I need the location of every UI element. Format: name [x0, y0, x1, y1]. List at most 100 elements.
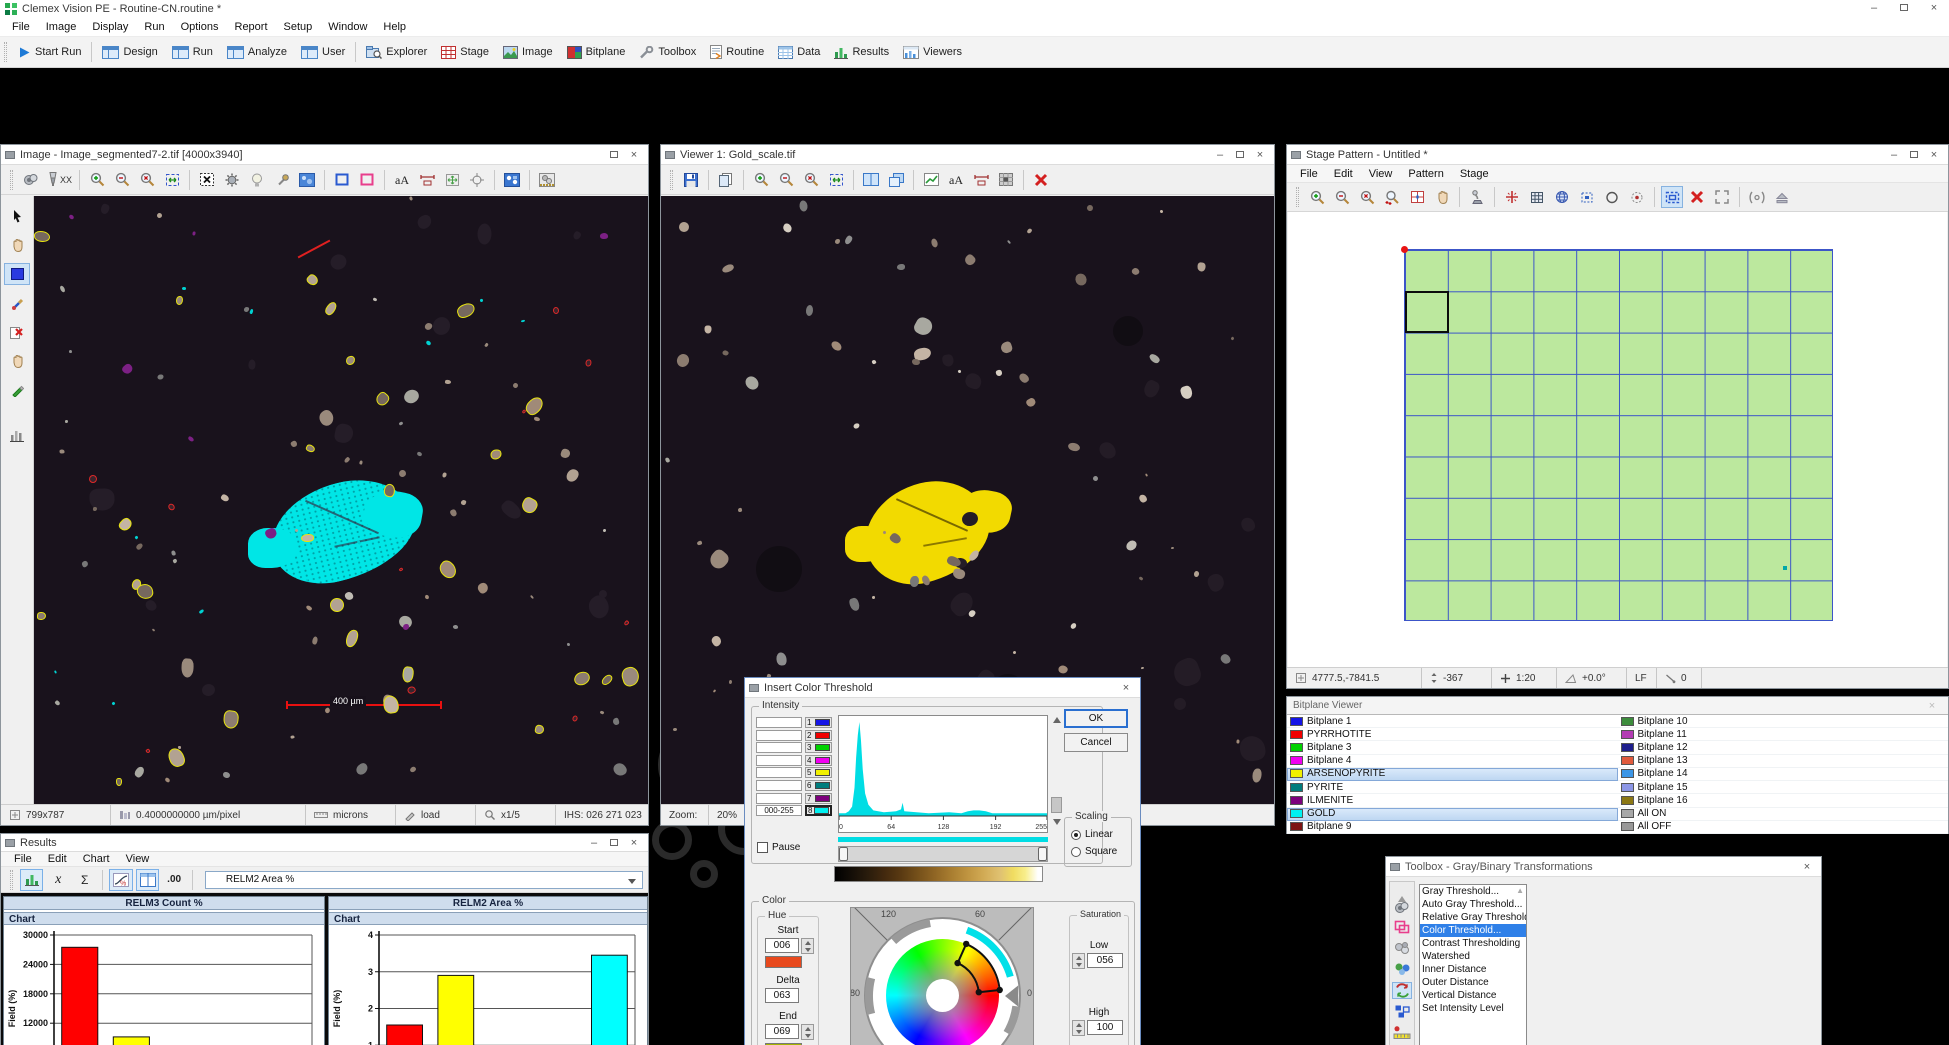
- hue-delta-input[interactable]: 063: [765, 988, 799, 1003]
- saturation-high-input[interactable]: 100: [1087, 1020, 1123, 1035]
- spheres-category-icon[interactable]: [1392, 940, 1412, 957]
- slider-handle-low[interactable]: [839, 847, 848, 861]
- chart-view-button[interactable]: [20, 869, 43, 891]
- saturation-high-spinner[interactable]: [1072, 1020, 1085, 1036]
- chartico-icon[interactable]: [920, 169, 942, 191]
- minimize-icon[interactable]: –: [584, 834, 604, 852]
- balls-category-icon[interactable]: [1392, 961, 1412, 978]
- magx-icon[interactable]: [136, 169, 158, 191]
- minimize-icon[interactable]: –: [1884, 146, 1904, 164]
- toolbox-item-relative-gray-threshold-[interactable]: Relative Gray Threshold.: [1420, 911, 1526, 924]
- selsq-icon[interactable]: [1661, 186, 1683, 208]
- image-window-titlebar[interactable]: Image - Image_segmented7-2.tif [4000x394…: [1, 145, 648, 165]
- table-columns-button[interactable]: [136, 869, 159, 891]
- bitplane-slot-6[interactable]: 6: [805, 780, 832, 791]
- hand-icon[interactable]: [1431, 186, 1453, 208]
- gridico-icon[interactable]: [995, 169, 1017, 191]
- joystick-icon[interactable]: [1466, 186, 1488, 208]
- menu-item-file[interactable]: File: [1292, 168, 1326, 180]
- intensity-range-box[interactable]: [756, 755, 802, 766]
- floppy-icon[interactable]: [680, 169, 702, 191]
- magx-icon[interactable]: [1356, 186, 1378, 208]
- eject-icon[interactable]: [1771, 186, 1793, 208]
- gridsmall-icon[interactable]: [1526, 186, 1548, 208]
- decimals-button[interactable]: .00: [162, 869, 185, 891]
- magplus-icon[interactable]: [750, 169, 772, 191]
- menu-item-view[interactable]: View: [1361, 168, 1401, 180]
- bitplane-item-bitplane-16[interactable]: Bitplane 16: [1618, 794, 1949, 807]
- cam-icon[interactable]: [20, 169, 42, 191]
- bluesq-tool-icon[interactable]: [5, 264, 29, 284]
- menu-item-edit[interactable]: Edit: [40, 853, 75, 865]
- toolbar-button-toolbox[interactable]: Toolbox: [632, 39, 703, 65]
- maximize-icon[interactable]: [1889, 0, 1919, 18]
- bitplane-item-bitplane-12[interactable]: Bitplane 12: [1618, 741, 1949, 754]
- menu-item-window[interactable]: Window: [320, 21, 375, 33]
- magminus-icon[interactable]: [1331, 186, 1353, 208]
- menu-item-pattern[interactable]: Pattern: [1400, 168, 1451, 180]
- paren-icon[interactable]: [1746, 186, 1768, 208]
- redcross-icon[interactable]: [1501, 186, 1523, 208]
- magpp-icon[interactable]: [1381, 186, 1403, 208]
- segmented-image-canvas[interactable]: 400 µm: [34, 196, 648, 804]
- toolbox-item-color-threshold-[interactable]: Color Threshold...: [1420, 924, 1526, 937]
- cancel-button[interactable]: Cancel: [1064, 733, 1128, 752]
- maximize-icon[interactable]: [604, 146, 624, 164]
- menu-item-setup[interactable]: Setup: [276, 21, 321, 33]
- redx-icon[interactable]: [1030, 169, 1052, 191]
- slider-handle-high[interactable]: [1038, 847, 1047, 861]
- objectiveXX-icon[interactable]: XX: [45, 169, 73, 191]
- intensity-range-box[interactable]: [756, 717, 802, 728]
- x-values-button[interactable]: x: [46, 869, 69, 891]
- cam-category-icon[interactable]: [1392, 900, 1412, 915]
- bitplane-slot-4[interactable]: 4: [805, 755, 832, 766]
- square-option[interactable]: Square: [1071, 846, 1117, 857]
- toolbar-button-user[interactable]: User: [294, 39, 352, 65]
- close-icon[interactable]: ×: [1919, 0, 1949, 18]
- bitplane-slot-5[interactable]: 5: [805, 767, 832, 778]
- maximize-icon[interactable]: [604, 834, 624, 852]
- bitplane-slot-7[interactable]: 7: [805, 793, 832, 804]
- hue-color-wheel[interactable]: 120 60 240 300 0 180: [850, 907, 1034, 1045]
- scrollbar-thumb[interactable]: [1051, 797, 1062, 813]
- toolbox-item-inner-distance[interactable]: Inner Distance: [1420, 963, 1526, 976]
- toolbar-button-image[interactable]: Image: [496, 39, 560, 65]
- close-icon[interactable]: ×: [1116, 679, 1136, 697]
- toolbar-button-results[interactable]: Results: [827, 39, 896, 65]
- bitplane-item-all-off[interactable]: All OFF: [1618, 821, 1949, 834]
- stack-icon[interactable]: [885, 169, 907, 191]
- scroll-down-icon[interactable]: [1051, 817, 1063, 827]
- bitplane-item-ilmenite[interactable]: ILMENITE: [1287, 794, 1618, 807]
- toolbox-item-vertical-distance[interactable]: Vertical Distance: [1420, 989, 1526, 1002]
- toolbar-button-data[interactable]: Data: [771, 39, 827, 65]
- close-icon[interactable]: ×: [624, 146, 644, 164]
- photoblue-icon[interactable]: [296, 169, 318, 191]
- minimize-icon[interactable]: –: [1859, 0, 1889, 18]
- bitplane-item-bitplane-10[interactable]: Bitplane 10: [1618, 715, 1949, 728]
- magplus-icon[interactable]: [86, 169, 108, 191]
- intensity-range-box[interactable]: [756, 793, 802, 804]
- toolbox-item-outer-distance[interactable]: Outer Distance: [1420, 976, 1526, 989]
- patternblue-icon[interactable]: [501, 169, 523, 191]
- intensity-range-box[interactable]: [756, 767, 802, 778]
- fit-icon[interactable]: [825, 169, 847, 191]
- magx-icon[interactable]: [800, 169, 822, 191]
- measure-icon[interactable]: [970, 169, 992, 191]
- toolbar-button-stage[interactable]: Stage: [434, 39, 496, 65]
- sqpink-icon[interactable]: [356, 169, 378, 191]
- dropper-icon[interactable]: [271, 169, 293, 191]
- intensity-range-box[interactable]: 000-255: [756, 805, 802, 816]
- menu-item-help[interactable]: Help: [375, 21, 414, 33]
- radio-icon[interactable]: [1071, 847, 1081, 857]
- hue-end-spinner[interactable]: [801, 1024, 814, 1040]
- menu-item-stage[interactable]: Stage: [1452, 168, 1497, 180]
- maximize-icon[interactable]: [1230, 146, 1250, 164]
- close-icon[interactable]: ×: [1797, 858, 1817, 876]
- dialog-titlebar[interactable]: Insert Color Threshold ×: [745, 678, 1140, 698]
- toolbar-button-run[interactable]: Run: [165, 39, 220, 65]
- menu-item-image[interactable]: Image: [38, 21, 85, 33]
- scroll-up-icon[interactable]: [1398, 884, 1406, 896]
- magminus-icon[interactable]: [775, 169, 797, 191]
- textaa-icon[interactable]: aA: [391, 169, 413, 191]
- bitplane-slot-2[interactable]: 2: [805, 730, 832, 741]
